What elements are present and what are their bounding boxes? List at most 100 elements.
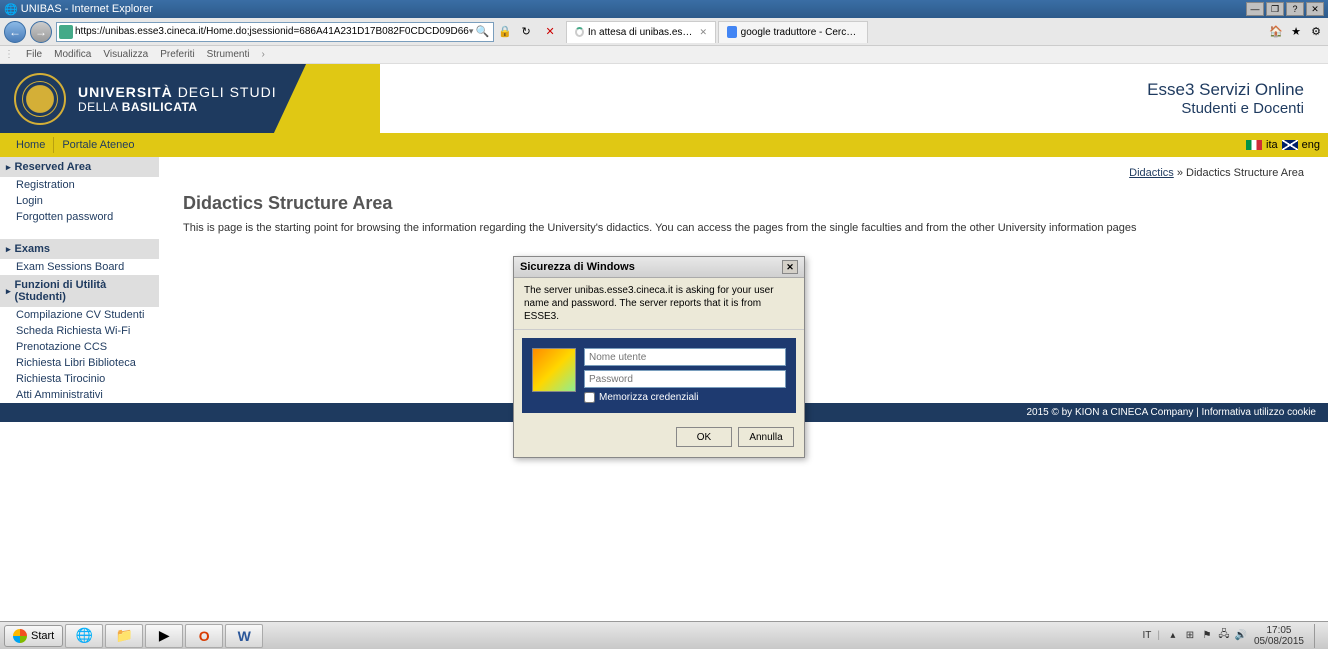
google-icon [727,26,737,38]
ie-tools: 🏠 ★ ⚙ [1268,24,1324,40]
site-icon [59,25,73,39]
sidebar-item-forgotten[interactable]: Forgotten password [0,209,159,225]
username-input[interactable] [584,348,786,366]
university-logo [14,73,66,125]
minimize-button[interactable]: — [1246,2,1264,16]
search-icon[interactable]: 🔍 [473,23,491,41]
dialog-title: Sicurezza di Windows [520,261,635,273]
sidebar-item-atti[interactable]: Atti Amministrativi [0,387,159,403]
menu-favorites[interactable]: Preferiti [160,49,194,60]
dialog-close-button[interactable]: ✕ [782,260,798,274]
sidebar-item-cv[interactable]: Compilazione CV Studenti [0,307,159,323]
windows-security-dialog: Sicurezza di Windows ✕ The server unibas… [513,256,805,458]
sidebar-item-registration[interactable]: Registration [0,177,159,193]
ie-menubar: ⋮ File Modifica Visualizza Preferiti Str… [0,46,1328,64]
tray-lang[interactable]: IT [1142,630,1151,641]
taskbar-ie[interactable]: 🌐 [65,624,103,648]
sidebar-item-exam-sessions[interactable]: Exam Sessions Board [0,259,159,275]
taskbar-outlook[interactable]: O [185,624,223,648]
sidebar-item-libri[interactable]: Richiesta Libri Biblioteca [0,355,159,371]
password-input[interactable] [584,370,786,388]
favorites-icon[interactable]: ★ [1288,24,1304,40]
system-tray: IT | ▴ ⊞ ⚑ 🖧 🔊 17:05 05/08/2015 [1142,624,1324,648]
page-description: This is page is the starting point for b… [183,222,1304,234]
lang-eng[interactable]: eng [1302,139,1320,151]
sidebar-group-exams[interactable]: Exams [0,239,159,259]
windows-logo-icon [13,629,27,643]
cancel-button[interactable]: Annulla [738,427,794,447]
window-title: UNIBAS - Internet Explorer [21,3,1246,15]
footer-copy: 2015 © by KION a CINECA Company [1026,407,1193,418]
sidebar-item-ccs[interactable]: Prenotazione CCS [0,339,159,355]
tray-arrow-icon[interactable]: ▴ [1166,629,1180,643]
window-titlebar: 🌐 UNIBAS - Internet Explorer — ❐ ? ✕ [0,0,1328,18]
breadcrumb-current: Didactics Structure Area [1186,167,1304,179]
menu-edit[interactable]: Modifica [54,49,91,60]
tab-google[interactable]: google traduttore - Cerca con G... [718,21,868,43]
sidebar-group-reserved[interactable]: Reserved Area [0,157,159,177]
home-icon[interactable]: 🏠 [1268,24,1284,40]
dialog-titlebar: Sicurezza di Windows ✕ [514,257,804,278]
sidebar-group-utilita[interactable]: Funzioni di Utilità (Studenti) [0,275,159,307]
university-name: UNIVERSITÀ DEGLI STUDI DELLA BASILICATA [78,84,277,114]
menu-file[interactable]: File [26,49,42,60]
taskbar-explorer[interactable]: 📁 [105,624,143,648]
taskbar-word[interactable]: W [225,624,263,648]
ie-navigation-bar: ← → https://unibas.esse3.cineca.it/Home.… [0,18,1328,46]
tab-bar: In attesa di unibas.esse3.cin... ✕ googl… [564,21,868,43]
breadcrumb: Didactics » Didactics Structure Area [1129,167,1304,179]
tab-close-icon[interactable]: ✕ [700,27,708,38]
forward-button[interactable]: → [30,21,52,43]
footer-cookie-link[interactable]: Informativa utilizzo cookie [1202,407,1317,418]
menu-tools[interactable]: Strumenti [207,49,250,60]
tab-unibas[interactable]: In attesa di unibas.esse3.cin... ✕ [566,21,716,43]
taskbar-media[interactable]: ▶ [145,624,183,648]
stop-button[interactable]: ✕ [541,23,559,41]
tray-flag-icon[interactable]: ⚑ [1200,629,1214,643]
lock-icon: 🔒 [498,25,512,38]
refresh-button[interactable]: ↻ [517,23,535,41]
flag-en-icon[interactable] [1282,140,1298,150]
menu-view[interactable]: Visualizza [103,49,148,60]
sidebar: Reserved Area Registration Login Forgott… [0,157,159,403]
tray-network-icon[interactable]: 🖧 [1217,629,1231,643]
back-button[interactable]: ← [4,21,26,43]
tray-app-icon[interactable]: ⊞ [1183,629,1197,643]
tray-separator: | [1157,630,1160,641]
address-bar[interactable]: https://unibas.esse3.cineca.it/Home.do;j… [56,22,494,42]
flag-it-icon[interactable] [1246,140,1262,150]
restore-button[interactable]: ❐ [1266,2,1284,16]
dialog-message: The server unibas.esse3.cineca.it is ask… [514,278,804,330]
sidebar-item-wifi[interactable]: Scheda Richiesta Wi-Fi [0,323,159,339]
nav-home[interactable]: Home [8,139,53,151]
windows-taskbar: Start 🌐 📁 ▶ O W IT | ▴ ⊞ ⚑ 🖧 🔊 17:05 05/… [0,621,1328,649]
tab-label: google traduttore - Cerca con G... [741,27,859,38]
nav-portale[interactable]: Portale Ateneo [54,139,142,151]
tray-volume-icon[interactable]: 🔊 [1234,629,1248,643]
start-button[interactable]: Start [4,625,63,647]
menu-more-icon[interactable]: › [261,49,264,60]
ie-icon: 🌐 [4,3,18,16]
user-avatar-icon [532,348,576,392]
site-navbar: Home Portale Ateneo ita eng [0,133,1328,157]
show-desktop-button[interactable] [1314,624,1324,648]
lang-ita[interactable]: ita [1266,139,1278,151]
banner-service-name: Esse3 Servizi Online Studenti e Docenti [1147,80,1304,117]
credentials-panel: Memorizza credenziali [522,338,796,413]
help-button[interactable]: ? [1286,2,1304,16]
site-banner: UNIVERSITÀ DEGLI STUDI DELLA BASILICATA … [0,64,1328,133]
sidebar-item-tirocinio[interactable]: Richiesta Tirocinio [0,371,159,387]
breadcrumb-link[interactable]: Didactics [1129,167,1174,179]
tab-label: In attesa di unibas.esse3.cin... [588,27,696,38]
ok-button[interactable]: OK [676,427,732,447]
tools-icon[interactable]: ⚙ [1308,24,1324,40]
remember-checkbox-label[interactable]: Memorizza credenziali [584,392,786,403]
tray-clock[interactable]: 17:05 05/08/2015 [1254,625,1308,647]
sidebar-item-login[interactable]: Login [0,193,159,209]
close-button[interactable]: ✕ [1306,2,1324,16]
page-title: Didactics Structure Area [183,193,1304,214]
loading-icon [575,27,584,37]
menubar-grip: ⋮ [4,49,14,60]
url-text: https://unibas.esse3.cineca.it/Home.do;j… [75,26,469,37]
remember-checkbox[interactable] [584,392,595,403]
